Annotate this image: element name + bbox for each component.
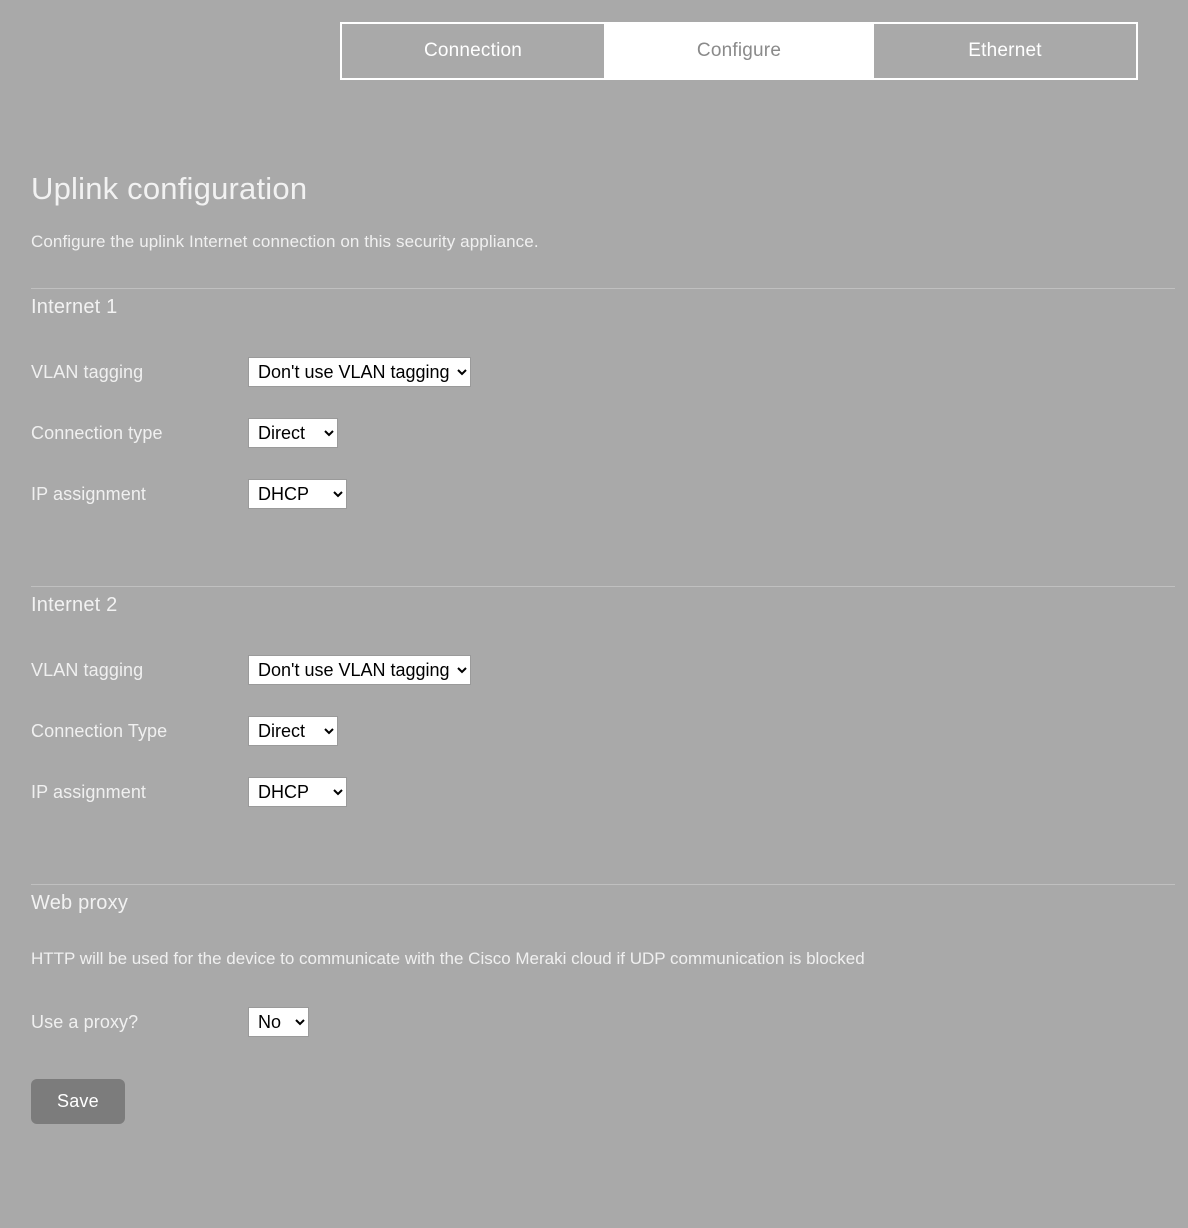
label-internet2-ip-assignment: IP assignment (31, 781, 147, 802)
field-row-use-a-proxy: Use a proxy? NoYes (31, 1006, 1175, 1038)
page-subtitle: Configure the uplink Internet connection… (31, 232, 539, 252)
section-internet-1-heading: Internet 1 (31, 296, 118, 319)
section-internet-1: Internet 1 VLAN tagging Don't use VLAN t… (31, 288, 1175, 510)
section-web-proxy-heading: Web proxy (31, 892, 129, 915)
select-internet1-vlan[interactable]: Don't use VLAN taggingUse VLAN tagging (248, 357, 471, 388)
label-internet1-vlan: VLAN tagging (31, 361, 144, 382)
label-use-a-proxy: Use a proxy? (31, 1011, 139, 1032)
tab-configure-label: Configure (696, 40, 782, 61)
select-use-a-proxy[interactable]: NoYes (248, 1007, 309, 1038)
label-internet1-ip-assignment: IP assignment (31, 483, 147, 504)
tab-bar-region: Connection Configure Ethernet (0, 0, 1188, 92)
select-internet1-ip-assignment[interactable]: DHCPStatic IP (248, 479, 347, 510)
web-proxy-note: HTTP will be used for the device to comm… (31, 949, 865, 969)
tab-configure[interactable]: Configure (606, 24, 872, 78)
select-internet2-vlan[interactable]: Don't use VLAN taggingUse VLAN tagging (248, 655, 471, 686)
label-internet1-connection-type: Connection type (31, 422, 163, 443)
field-row-internet1-vlan: VLAN tagging Don't use VLAN taggingUse V… (31, 356, 1175, 388)
field-row-internet2-vlan: VLAN tagging Don't use VLAN taggingUse V… (31, 654, 1175, 686)
label-internet2-connection-type: Connection Type (31, 720, 168, 741)
select-internet1-connection-type[interactable]: DirectPPPoE (248, 418, 338, 449)
select-internet2-connection-type[interactable]: DirectPPPoE (248, 716, 338, 747)
select-internet2-ip-assignment[interactable]: DHCPStatic IP (248, 777, 347, 808)
tab-ethernet-label: Ethernet (968, 40, 1042, 61)
field-row-internet2-connection-type: Connection Type DirectPPPoE (31, 715, 1175, 747)
tab-bar: Connection Configure Ethernet (340, 22, 1138, 80)
tab-ethernet[interactable]: Ethernet (872, 24, 1136, 78)
tab-connection[interactable]: Connection (342, 24, 606, 78)
section-internet-2-heading: Internet 2 (31, 594, 118, 617)
page-title: Uplink configuration (31, 171, 308, 206)
field-row-internet2-ip-assignment: IP assignment DHCPStatic IP (31, 776, 1175, 808)
save-button[interactable]: Save (31, 1079, 125, 1125)
field-row-internet1-ip-assignment: IP assignment DHCPStatic IP (31, 478, 1175, 510)
section-web-proxy: Web proxy HTTP will be used for the devi… (31, 884, 1175, 1154)
field-row-internet1-connection-type: Connection type DirectPPPoE (31, 417, 1175, 449)
label-internet2-vlan: VLAN tagging (31, 659, 144, 680)
page-content: Uplink configuration Configure the uplin… (0, 92, 1188, 1154)
section-internet-2: Internet 2 VLAN tagging Don't use VLAN t… (31, 586, 1175, 808)
save-row: Save (31, 1079, 1175, 1154)
tab-connection-label: Connection (423, 40, 523, 61)
